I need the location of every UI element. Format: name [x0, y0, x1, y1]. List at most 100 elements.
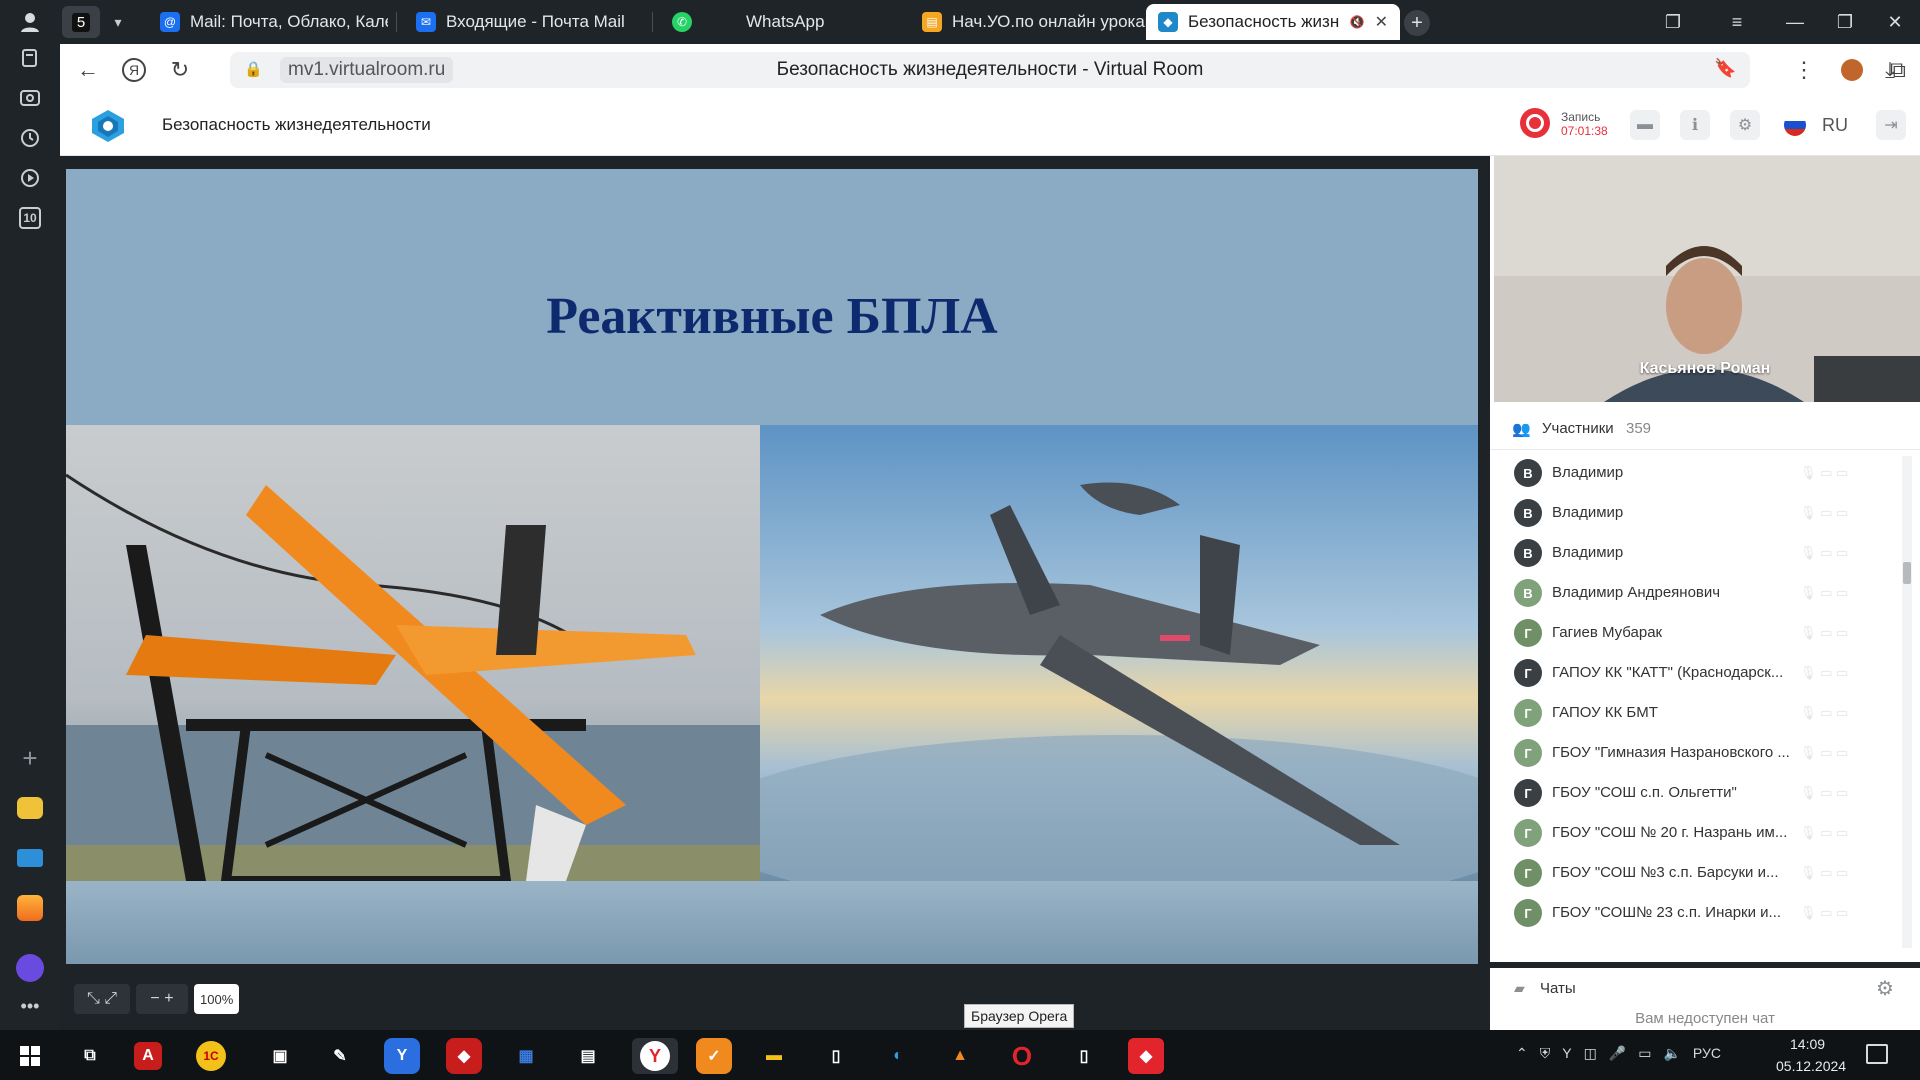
minimize-icon[interactable]: —	[1780, 8, 1810, 36]
participant-row[interactable]: Г ГБОУ "СОШ № 20 г. Назрань им... 🎙 ▭ ▭	[1490, 812, 1910, 852]
extension-icon[interactable]	[1836, 54, 1868, 86]
zoom-buttons[interactable]: − +	[136, 984, 188, 1014]
participant-media-icons[interactable]: 🎙 ▭ ▭	[1800, 665, 1848, 681]
alice-icon[interactable]	[14, 952, 46, 984]
file-icon-2[interactable]: ▯	[1066, 1038, 1102, 1074]
more-icon[interactable]: •••	[14, 990, 46, 1022]
flag-ru-icon[interactable]	[1784, 114, 1806, 136]
tab-mail-cloud[interactable]: @ Mail: Почта, Облако, Календарь	[148, 4, 388, 40]
folder-icon[interactable]: ▬	[1630, 110, 1660, 140]
camera-tray-icon[interactable]: ◫	[1584, 1045, 1597, 1062]
keyboard-language[interactable]: РУС	[1693, 1045, 1721, 1062]
sidebar-badge[interactable]: 10	[14, 202, 46, 234]
participants-scrollbar[interactable]	[1902, 456, 1912, 948]
antivirus-icon[interactable]: ◆	[446, 1038, 482, 1074]
game-app-icon[interactable]	[14, 792, 46, 824]
participant-media-icons[interactable]: 🎙 ▭ ▭	[1800, 545, 1848, 561]
vlc-icon[interactable]: ▲	[942, 1038, 978, 1074]
menu-icon[interactable]: ≡	[1722, 8, 1752, 36]
store-icon[interactable]: ▦	[508, 1038, 544, 1074]
1c-icon[interactable]: 1C	[196, 1041, 226, 1071]
scroll-thumb[interactable]	[1903, 562, 1911, 584]
participant-media-icons[interactable]: 🎙 ▭ ▭	[1800, 505, 1848, 521]
battery-icon[interactable]: ▭	[1638, 1045, 1651, 1062]
participant-row[interactable]: В Владимир 🎙 ▭ ▭	[1490, 492, 1910, 532]
participant-row[interactable]: В Владимир Андреянович 🎙 ▭ ▭	[1490, 572, 1910, 612]
participant-row[interactable]: Г ГБОУ "Гимназия Назрановского ... 🎙 ▭ ▭	[1490, 732, 1910, 772]
participant-media-icons[interactable]: 🎙 ▭ ▭	[1800, 705, 1848, 721]
language-selector[interactable]: RU	[1822, 115, 1848, 136]
download-icon[interactable]: ⤓	[1874, 54, 1906, 86]
info-icon[interactable]: ℹ	[1680, 110, 1710, 140]
anydesk-icon[interactable]: ◆	[1128, 1038, 1164, 1074]
profile-icon[interactable]	[14, 6, 46, 38]
participant-media-icons[interactable]: 🎙 ▭ ▭	[1800, 865, 1848, 881]
participant-row[interactable]: Г ГБОУ "СОШ №3 с.п. Барсуки и... 🎙 ▭ ▭	[1490, 852, 1910, 892]
close-tab-icon[interactable]: ✕	[1375, 12, 1388, 32]
yandex-tray-icon[interactable]: Y	[1562, 1045, 1571, 1062]
clock-date[interactable]: 05.12.2024	[1776, 1058, 1846, 1074]
exit-icon[interactable]: ⇥	[1876, 110, 1906, 140]
participant-row[interactable]: Г ГАПОУ КК "КАТТ" (Краснодарск... 🎙 ▭ ▭	[1490, 652, 1910, 692]
chat-header[interactable]: ▰ Чаты ⚙	[1490, 962, 1920, 1008]
edge-icon[interactable]: ◐	[880, 1038, 916, 1074]
restore-icon[interactable]: ❐	[1830, 8, 1860, 36]
notification-icon[interactable]	[1866, 1044, 1888, 1064]
book-app-icon[interactable]	[14, 842, 46, 874]
tab-group-counter[interactable]: 5	[62, 6, 100, 38]
participant-row[interactable]: В Владимир 🎙 ▭ ▭	[1490, 532, 1910, 572]
app-icon-4[interactable]: ✎	[322, 1038, 358, 1074]
participant-media-icons[interactable]: 🎙 ▭ ▭	[1800, 785, 1848, 801]
participant-row[interactable]: Г Гагиев Мубарак 🎙 ▭ ▭	[1490, 612, 1910, 652]
task-view-icon[interactable]: ⧉	[72, 1038, 108, 1074]
shield-icon[interactable]: ⛨	[1540, 1045, 1551, 1062]
participant-row[interactable]: В Владимир 🎙 ▭ ▭	[1490, 452, 1910, 492]
mute-icon[interactable]: 🔇	[1350, 15, 1365, 29]
bookmark-icon[interactable]: 🔖	[1714, 58, 1736, 79]
history-icon[interactable]	[14, 122, 46, 154]
yandex-browser-icon[interactable]: Y	[632, 1038, 678, 1074]
add-icon[interactable]: +	[14, 742, 46, 774]
yandex-taskbar-icon[interactable]: Y	[384, 1038, 420, 1074]
participant-row[interactable]: Г ГБОУ "СОШ с.п. Ольгетти" 🎙 ▭ ▭	[1490, 772, 1910, 812]
volume-icon[interactable]: 🔈	[1663, 1045, 1680, 1062]
collections-icon[interactable]	[14, 42, 46, 74]
back-icon[interactable]: ←	[72, 54, 104, 86]
tab-whatsapp[interactable]: ✆ WhatsApp	[660, 4, 860, 40]
participant-media-icons[interactable]: 🎙 ▭ ▭	[1800, 585, 1848, 601]
close-window-icon[interactable]: ✕	[1880, 8, 1910, 36]
settings-icon[interactable]: ⚙	[1730, 110, 1760, 140]
chat-settings-icon[interactable]: ⚙	[1876, 976, 1894, 1001]
participant-media-icons[interactable]: 🎙 ▭ ▭	[1800, 625, 1848, 641]
tasks-icon[interactable]: ✓	[696, 1038, 732, 1074]
participant-row[interactable]: Г ГАПОУ КК БМТ 🎙 ▭ ▭	[1490, 692, 1910, 732]
participant-media-icons[interactable]: 🎙 ▭ ▭	[1800, 465, 1848, 481]
windows-start-icon[interactable]	[12, 1038, 48, 1074]
app-icon-8[interactable]: ▤	[570, 1038, 606, 1074]
video-icon[interactable]	[14, 162, 46, 194]
chevron-down-icon[interactable]: ▾	[104, 8, 132, 36]
acrobat-icon[interactable]: A	[134, 1042, 162, 1070]
virtualroom-logo[interactable]	[88, 106, 128, 146]
clock-time[interactable]: 14:09	[1790, 1036, 1825, 1052]
participants-header[interactable]: 👥 Участники 359	[1490, 406, 1920, 450]
tab-active-bzh[interactable]: ◆ Безопасность жизнедеятельности 🔇 ✕	[1146, 4, 1400, 40]
fit-icons[interactable]: ⤡ ⤢	[74, 984, 130, 1014]
tabs-manager-icon[interactable]: ❐	[1658, 8, 1688, 36]
tray-chevron-icon[interactable]: ⌃	[1516, 1045, 1528, 1062]
participant-media-icons[interactable]: 🎙 ▭ ▭	[1800, 825, 1848, 841]
url-field[interactable]: 🔒 mv1.virtualroom.ru Безопасность жизнед…	[230, 52, 1750, 88]
mail-app-icon[interactable]	[14, 892, 46, 924]
yandex-icon[interactable]: Я	[118, 54, 150, 86]
more-vert-icon[interactable]: ⋮	[1788, 54, 1820, 86]
opera-icon[interactable]: O	[1004, 1038, 1040, 1074]
tab-inbox[interactable]: ✉ Входящие - Почта Mail	[404, 4, 644, 40]
explorer-icon[interactable]: ▬	[756, 1038, 792, 1074]
app-icon-3[interactable]: ▣	[262, 1038, 298, 1074]
new-tab-button[interactable]: +	[1404, 10, 1430, 36]
record-icon[interactable]	[1520, 108, 1550, 138]
participant-media-icons[interactable]: 🎙 ▭ ▭	[1800, 905, 1848, 921]
mic-icon[interactable]: 🎤	[1609, 1045, 1626, 1062]
participant-media-icons[interactable]: 🎙 ▭ ▭	[1800, 745, 1848, 761]
zoom-value[interactable]: 100%	[194, 984, 240, 1014]
